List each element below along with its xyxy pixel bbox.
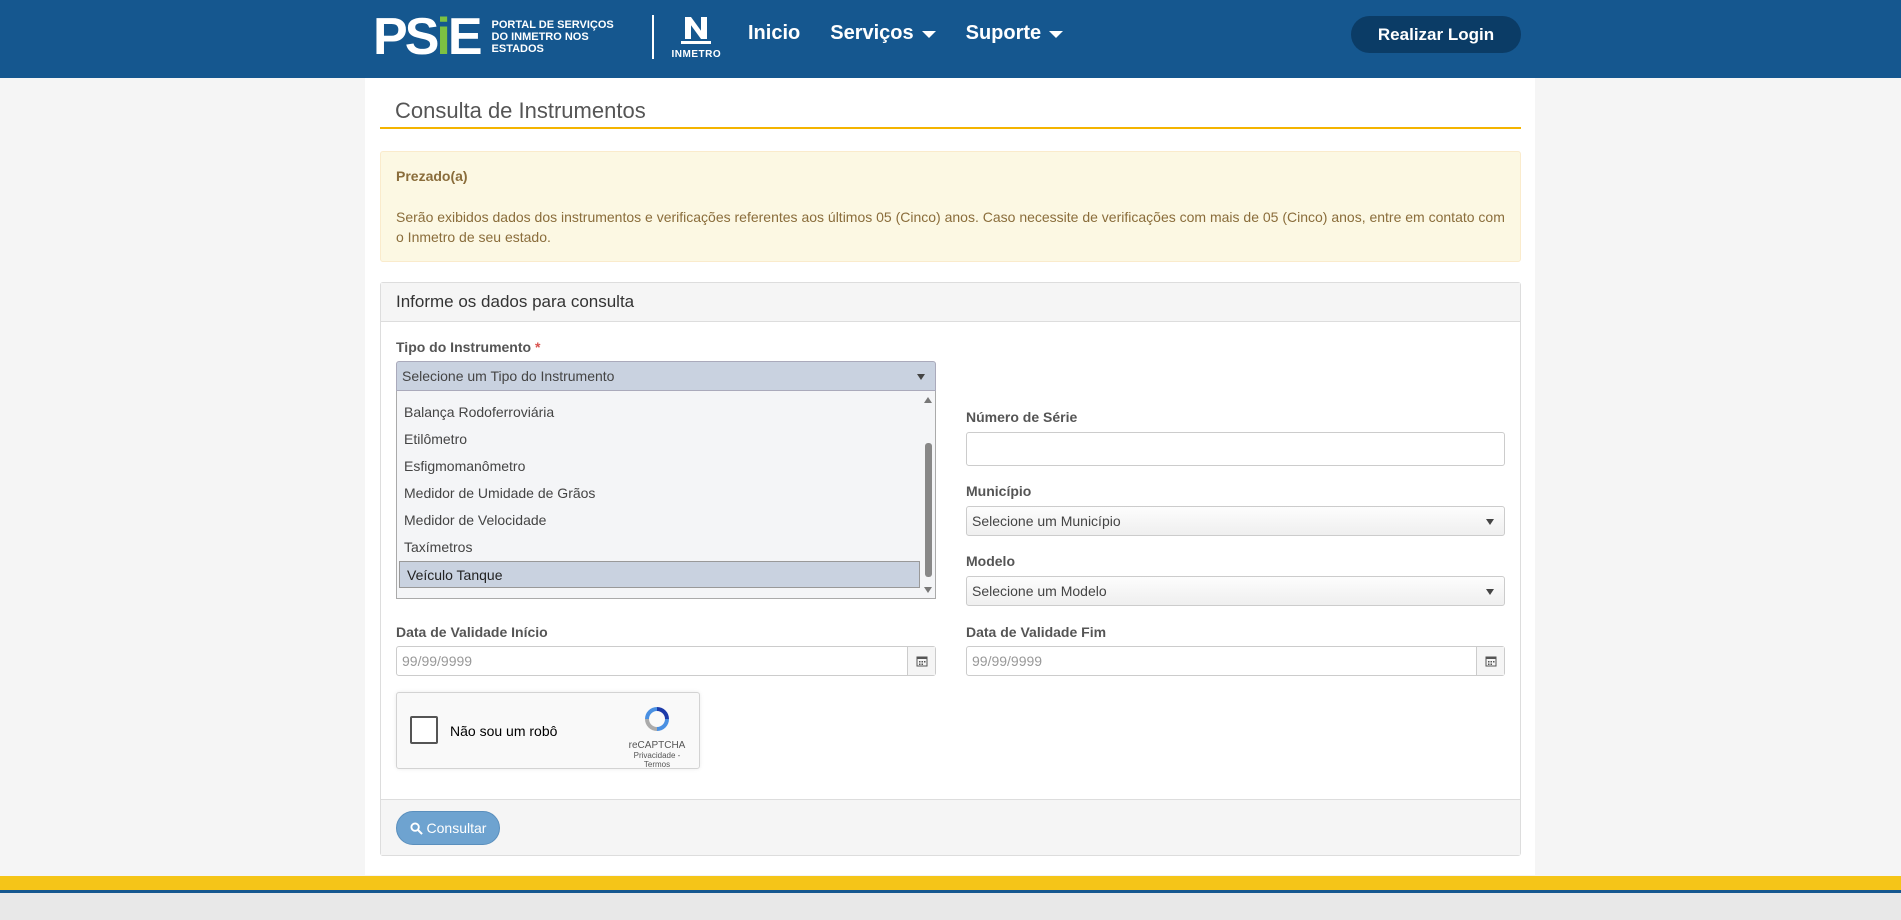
modelo-select[interactable]: Selecione um Modelo: [966, 576, 1505, 606]
nav-servicos[interactable]: Serviços: [830, 22, 936, 45]
inmetro-logo: INMETRO: [672, 15, 722, 60]
dropdown-option[interactable]: Medidor de Umidade de Grãos: [397, 480, 935, 507]
logo-divider: [651, 15, 654, 59]
municipio-label: Município: [966, 483, 1032, 499]
tipo-instrumento-dropdown[interactable]: Balança Rodoferroviária Etilômetro Esfig…: [396, 391, 936, 599]
panel-footer: [381, 799, 1520, 855]
calendar-icon[interactable]: [1476, 647, 1504, 675]
recaptcha-label: Não sou um robô: [450, 723, 558, 739]
dropdown-option[interactable]: Esfigmomanômetro: [397, 453, 935, 480]
psie-logo[interactable]: PSiE PORTAL DE SERVIÇOS DO INMETRO NOS E…: [373, 8, 722, 66]
recaptcha-checkbox[interactable]: [410, 716, 438, 744]
tipo-instrumento-label: Tipo do Instrumento *: [396, 339, 541, 355]
psie-wordmark: PSiE: [373, 8, 482, 66]
numero-serie-input[interactable]: [966, 432, 1505, 466]
chevron-down-icon: [921, 31, 936, 38]
dropdown-option[interactable]: Etilômetro: [397, 426, 935, 453]
dropdown-scrollbar[interactable]: [921, 391, 935, 598]
login-button[interactable]: Realizar Login: [1351, 16, 1521, 53]
modelo-label: Modelo: [966, 553, 1015, 569]
municipio-select[interactable]: Selecione um Município: [966, 506, 1505, 536]
scroll-down-icon[interactable]: [924, 587, 932, 593]
page-title: Consulta de Instrumentos: [395, 98, 646, 123]
scroll-up-icon[interactable]: [924, 397, 932, 403]
search-icon: [409, 821, 423, 835]
top-navbar: PSiE PORTAL DE SERVIÇOS DO INMETRO NOS E…: [0, 0, 1901, 78]
nav-suporte[interactable]: Suporte: [966, 22, 1064, 45]
alert-title: Prezado(a): [396, 168, 468, 184]
footer: [0, 893, 1901, 920]
numero-serie-label: Número de Série: [966, 409, 1078, 425]
dropdown-option[interactable]: Taxímetros: [397, 534, 935, 561]
recaptcha-logo: reCAPTCHA Privacidade - Termos: [627, 703, 687, 769]
alert-body: Serão exibidos dados dos instrumentos e …: [396, 209, 1505, 245]
title-underline: [380, 127, 1521, 129]
dropdown-option[interactable]: Medidor de Velocidade: [397, 507, 935, 534]
main-nav: Inicio Serviços Suporte: [748, 22, 1093, 45]
recaptcha-links[interactable]: Privacidade - Termos: [627, 751, 687, 769]
data-fim-label: Data de Validade Fim: [966, 624, 1107, 640]
chevron-down-icon: [1486, 519, 1494, 525]
dropdown-option-highlighted[interactable]: Veículo Tanque: [399, 561, 920, 588]
chevron-down-icon: [1049, 31, 1064, 38]
inmetro-mark-icon: [681, 16, 712, 44]
footer-accent-bar: [0, 876, 1901, 890]
recaptcha-widget: Não sou um robô reCAPTCHA Privacidade - …: [396, 692, 700, 769]
chevron-down-icon: [1486, 589, 1494, 595]
panel-heading: Informe os dados para consulta: [381, 283, 1520, 322]
data-inicio-label: Data de Validade Início: [396, 624, 548, 640]
scrollbar-thumb[interactable]: [925, 443, 932, 577]
recaptcha-brand: reCAPTCHA: [628, 740, 686, 751]
data-inicio-input[interactable]: 99/99/9999: [396, 646, 936, 676]
portal-name: PORTAL DE SERVIÇOS DO INMETRO NOS ESTADO…: [491, 19, 614, 55]
consultar-button[interactable]: Consultar: [396, 811, 500, 845]
nav-inicio[interactable]: Inicio: [748, 22, 800, 45]
dropdown-option[interactable]: Balança Rodoferroviária: [397, 399, 935, 426]
inmetro-label: INMETRO: [671, 48, 722, 60]
info-alert: Prezado(a) Serão exibidos dados dos inst…: [380, 151, 1521, 262]
recaptcha-icon: [645, 707, 669, 731]
tipo-instrumento-select[interactable]: Selecione um Tipo do Instrumento: [396, 361, 936, 391]
chevron-down-icon: [917, 374, 925, 380]
calendar-icon[interactable]: [907, 647, 935, 675]
data-fim-input[interactable]: 99/99/9999: [966, 646, 1505, 676]
